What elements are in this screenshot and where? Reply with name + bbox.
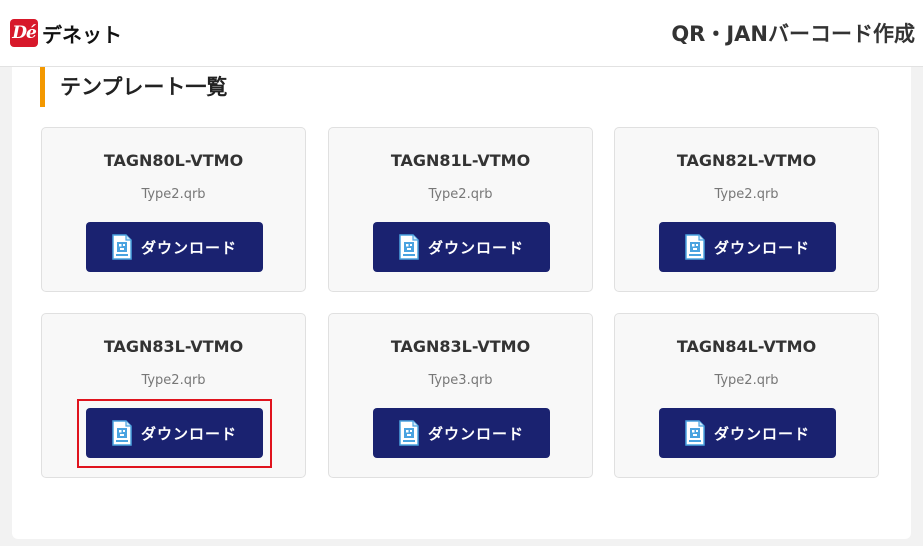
template-card: TAGN81L-VTMO Type2.qrb ダウンロード	[328, 127, 593, 292]
template-name: TAGN81L-VTMO	[390, 151, 531, 170]
download-button[interactable]: ダウンロード	[659, 408, 836, 458]
qr-file-icon	[399, 234, 419, 260]
qr-file-icon	[399, 420, 419, 446]
denet-logo[interactable]: Dé デネット	[10, 19, 122, 47]
download-button[interactable]: ダウンロード	[373, 408, 550, 458]
download-button[interactable]: ダウンロード	[373, 222, 550, 272]
download-button[interactable]: ダウンロード	[86, 408, 263, 458]
template-card: TAGN84L-VTMO Type2.qrb ダウンロード	[614, 313, 879, 478]
template-name: TAGN83L-VTMO	[390, 337, 531, 356]
template-panel: テンプレート一覧 TAGN80L-VTMO Type2.qrb ダウンロード T…	[12, 67, 911, 539]
download-button[interactable]: ダウンロード	[86, 222, 263, 272]
logo-text: デネット	[42, 22, 122, 47]
template-name: TAGN83L-VTMO	[103, 337, 244, 356]
template-file: Type2.qrb	[141, 373, 206, 388]
download-button-label: ダウンロード	[713, 238, 810, 257]
template-file: Type2.qrb	[714, 373, 779, 388]
download-button-label: ダウンロード	[427, 424, 524, 443]
template-card: TAGN80L-VTMO Type2.qrb ダウンロード	[41, 127, 306, 292]
logo-mark: Dé	[10, 19, 38, 47]
download-button[interactable]: ダウンロード	[659, 222, 836, 272]
app-header: Dé デネット QR・JANバーコード作成	[0, 0, 923, 67]
download-button-label: ダウンロード	[713, 424, 810, 443]
template-card: TAGN82L-VTMO Type2.qrb ダウンロード	[614, 127, 879, 292]
template-card: TAGN83L-VTMO Type3.qrb ダウンロード	[328, 313, 593, 478]
download-button-label: ダウンロード	[140, 424, 237, 443]
template-name: TAGN80L-VTMO	[103, 151, 244, 170]
template-name: TAGN84L-VTMO	[676, 337, 817, 356]
download-button-label: ダウンロード	[140, 238, 237, 257]
template-file: Type2.qrb	[141, 187, 206, 202]
template-file: Type2.qrb	[714, 187, 779, 202]
template-file: Type2.qrb	[428, 187, 493, 202]
template-card: TAGN83L-VTMO Type2.qrb ダウンロード	[41, 313, 306, 478]
download-button-label: ダウンロード	[427, 238, 524, 257]
page-title: QR・JANバーコード作成	[671, 22, 915, 46]
qr-file-icon	[112, 234, 132, 260]
template-file: Type3.qrb	[428, 373, 493, 388]
qr-file-icon	[112, 420, 132, 446]
section-title: テンプレート一覧	[40, 67, 227, 107]
qr-file-icon	[685, 420, 705, 446]
template-name: TAGN82L-VTMO	[676, 151, 817, 170]
qr-file-icon	[685, 234, 705, 260]
